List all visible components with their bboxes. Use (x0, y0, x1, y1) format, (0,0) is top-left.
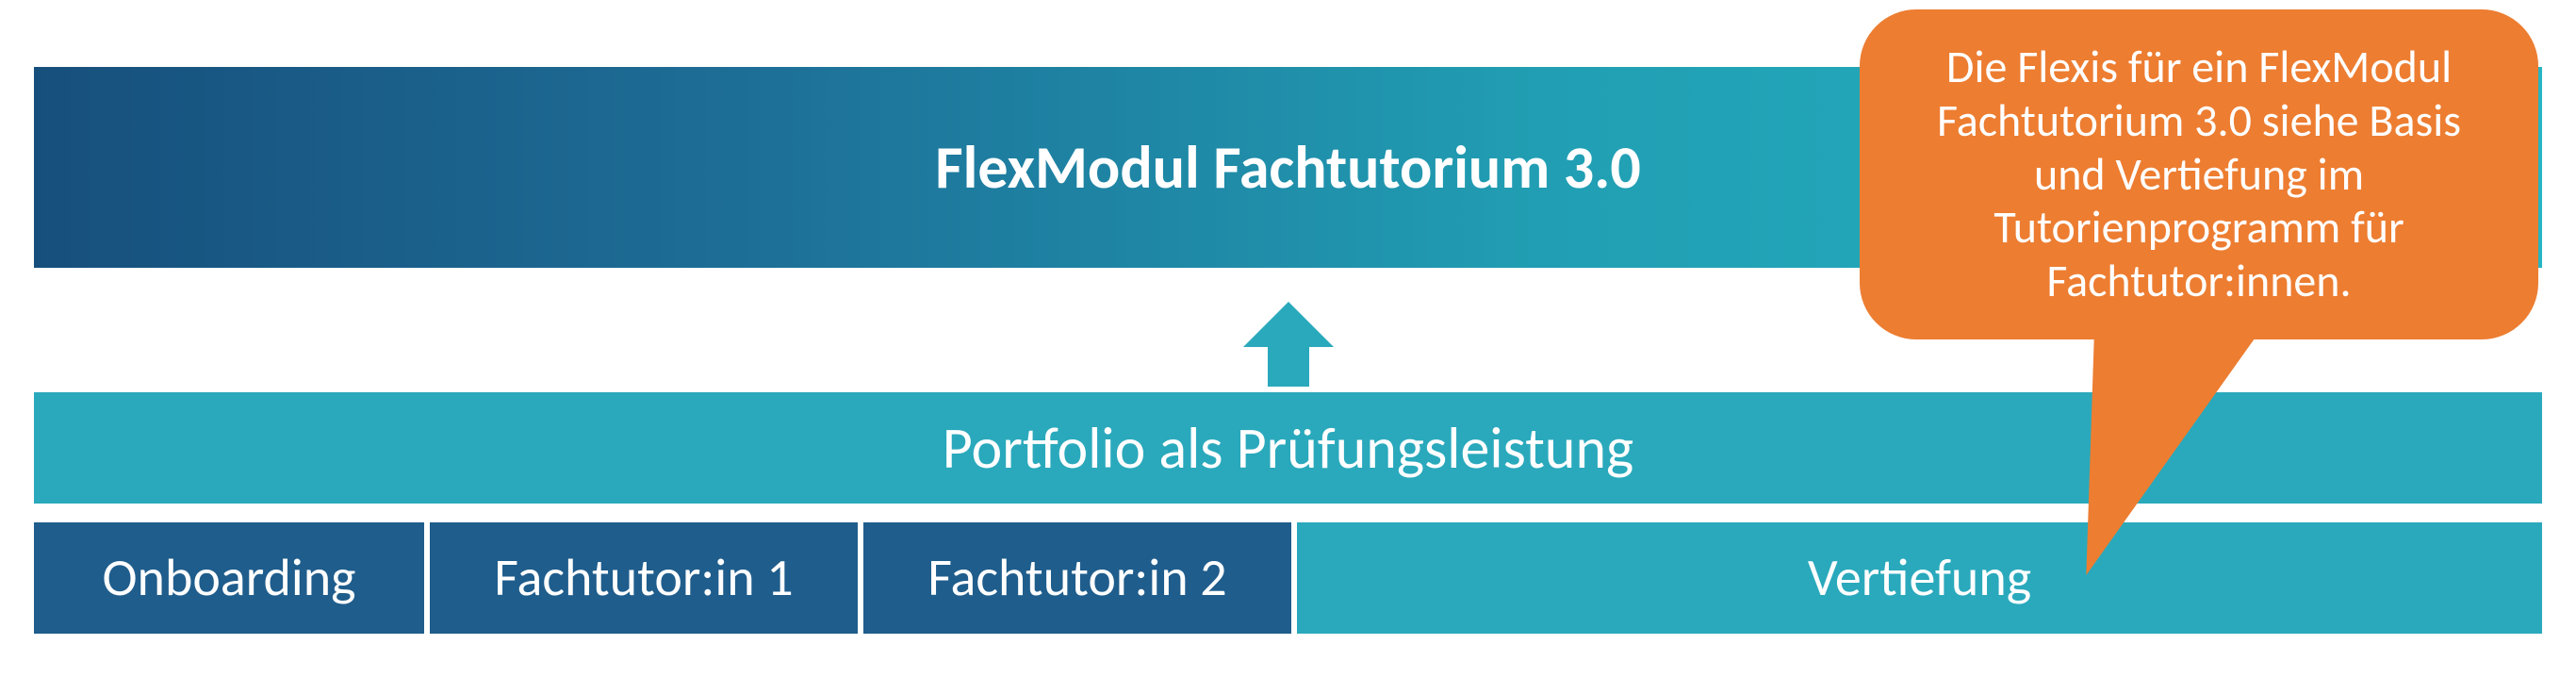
cell-fachtutor-2: Fachtutor:in 2 (863, 522, 1297, 634)
cell-onboarding: Onboarding (34, 522, 430, 634)
arrow-shaft (1268, 347, 1309, 392)
cell-fachtutor-1: Fachtutor:in 1 (430, 522, 863, 634)
arrow-up-icon (1241, 302, 1336, 396)
portfolio-label: Portfolio als Prüfungsleistung (943, 412, 1634, 484)
callout-speech-bubble: Die Flexis für ein FlexModul Fachtutoriu… (1860, 9, 2538, 387)
callout-text: Die Flexis für ein FlexModul Fachtutoriu… (1901, 41, 2497, 307)
top-banner-title: FlexModul Fachtutorium 3.0 (935, 131, 1641, 205)
speech-bubble-tail-icon (2058, 311, 2273, 575)
diagram-container: FlexModul Fachtutorium 3.0 Portfolio als… (9, 9, 2567, 685)
arrow-head (1243, 302, 1334, 347)
cell-vertiefung: Vertiefung (1297, 522, 2542, 634)
speech-bubble-body: Die Flexis für ein FlexModul Fachtutoriu… (1860, 9, 2538, 339)
